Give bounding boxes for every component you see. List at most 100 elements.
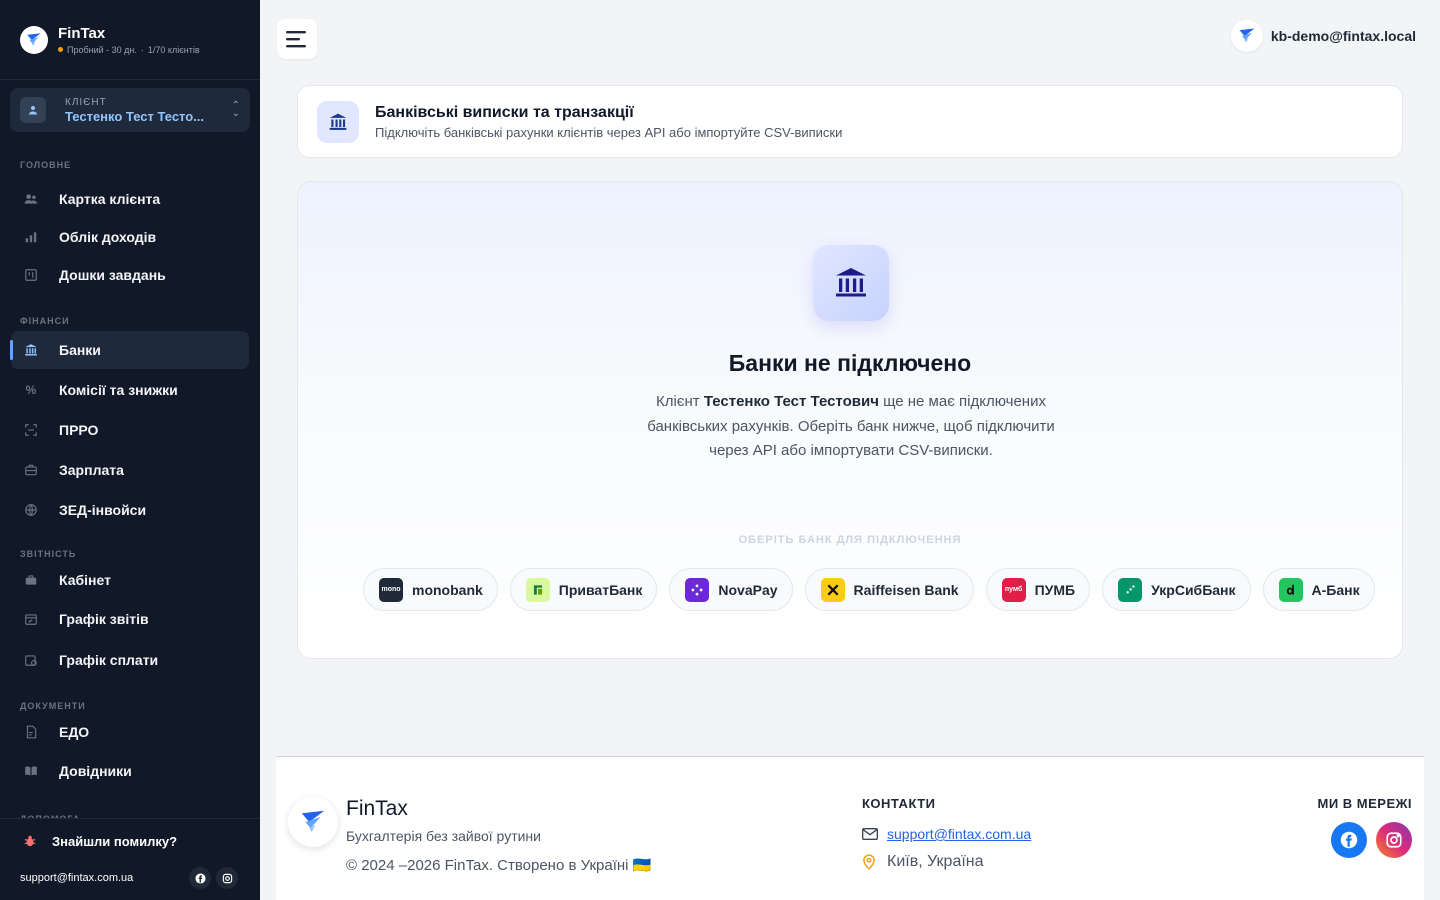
sidebar-item-label: Дошки завдань: [59, 267, 166, 283]
footer-location: Київ, Україна: [862, 853, 984, 871]
footer-contacts-title: КОНТАКТИ: [862, 796, 936, 811]
footer: FinTax Бухгалтерія без зайвої рутини © 2…: [276, 756, 1424, 900]
sidebar-item-client-card[interactable]: Картка клієнта: [11, 180, 249, 218]
briefcase-icon: [23, 572, 39, 588]
page-header: Банківські виписки та транзакції Підключ…: [297, 85, 1403, 158]
sidebar-item-task-boards[interactable]: Дошки завдань: [11, 256, 249, 294]
raiffeisen-logo-icon: [820, 577, 845, 602]
sidebar-item-prro[interactable]: ПРРО: [11, 411, 249, 449]
bug-icon: [22, 833, 38, 849]
ukrsibbank-logo-icon: [1118, 577, 1143, 602]
sidebar: FinTax Пробний - 30 дн. · 1/70 клієнтів …: [0, 0, 260, 900]
bank-name: А-Банк: [1311, 581, 1360, 598]
sidebar-item-income[interactable]: Облік доходів: [11, 218, 249, 256]
bank-list: mono monobank ПриватБанк NovaPay Raiffei…: [363, 568, 1375, 611]
sidebar-item-reports-schedule[interactable]: Графік звітів: [11, 600, 249, 638]
globe-icon: [23, 502, 39, 518]
empty-state-description: Клієнт Тестенко Тест Тестович ще не має …: [647, 393, 1055, 459]
user-icon: [20, 97, 46, 123]
client-selector[interactable]: КЛІЄНТ Тестенко Тест Тесто... ⌃ ⌄: [10, 88, 250, 132]
sidebar-footer: Знайшли помилку? support@fintax.com.ua: [0, 818, 260, 900]
qr-scan-icon: [23, 422, 39, 438]
bank-chip-pumb[interactable]: пумб ПУМБ: [985, 568, 1091, 611]
trial-status: Пробний - 30 дн. · 1/70 клієнтів: [58, 45, 200, 55]
sidebar-support-email[interactable]: support@fintax.com.ua: [20, 872, 133, 884]
facebook-icon[interactable]: [189, 867, 211, 889]
fintax-logo-icon: [288, 797, 338, 847]
bank-icon: [317, 100, 359, 143]
sidebar-item-salary[interactable]: Зарплата: [11, 451, 249, 489]
sidebar-item-label: Комісії та знижки: [59, 382, 178, 398]
sidebar-item-label: ПРРО: [59, 422, 99, 438]
user-menu[interactable]: kb-demo@fintax.local: [1230, 20, 1416, 52]
sidebar-support: support@fintax.com.ua: [0, 863, 260, 893]
report-bug-button[interactable]: Знайшли помилку?: [0, 819, 260, 863]
hamburger-icon: [286, 31, 306, 48]
bank-chip-abank[interactable]: А-Банк: [1262, 568, 1375, 611]
user-avatar: [1230, 20, 1263, 52]
bank-chip-raiffeisen[interactable]: Raiffeisen Bank: [804, 568, 974, 611]
page-title: Банківські виписки та транзакції: [375, 103, 634, 121]
sidebar-item-label: Кабінет: [59, 572, 111, 588]
footer-email: support@fintax.com.ua: [887, 826, 1032, 842]
nav-section-main: ГОЛОВНЕ: [20, 160, 72, 170]
percent-icon: %: [25, 383, 37, 397]
client-name-highlight: Тестенко Тест Тестович: [703, 393, 879, 410]
clients-count: 1/70 клієнтів: [147, 44, 200, 55]
bank-icon: [813, 245, 889, 321]
bank-chip-ukrsibbank[interactable]: УкрСибБанк: [1102, 568, 1251, 611]
bank-chip-privatbank[interactable]: ПриватБанк: [509, 568, 658, 611]
sidebar-item-label: Картка клієнта: [59, 191, 161, 207]
instagram-icon[interactable]: [216, 867, 238, 889]
abank-logo-icon: [1278, 577, 1303, 602]
nav-section-reporting: ЗВІТНІСТЬ: [20, 549, 77, 559]
sidebar-item-zed-invoices[interactable]: ЗЕД-інвойси: [11, 491, 249, 529]
brand[interactable]: FinTax Пробний - 30 дн. · 1/70 клієнтів: [0, 0, 260, 80]
sidebar-item-payment-schedule[interactable]: Графік сплати: [11, 641, 249, 679]
empty-state-card: Банки не підключено Клієнт Тестенко Тест…: [297, 181, 1403, 659]
trial-text: Пробний - 30 дн.: [67, 44, 137, 55]
calendar-money-icon: [23, 652, 39, 668]
pumb-logo-icon: пумб: [1001, 577, 1026, 602]
facebook-icon[interactable]: [1331, 822, 1367, 858]
sidebar-item-banks[interactable]: Банки: [10, 331, 249, 369]
footer-socials: [1331, 822, 1412, 858]
sidebar-item-label: Облік доходів: [59, 229, 157, 245]
sidebar-item-commissions[interactable]: % Комісії та знижки: [11, 371, 249, 409]
sidebar-item-label: Графік сплати: [59, 652, 159, 668]
sidebar-item-cabinet[interactable]: Кабінет: [11, 561, 249, 599]
monobank-logo-icon: mono: [379, 577, 403, 602]
trial-dot-icon: [58, 47, 63, 52]
client-name: Тестенко Тест Тесто...: [65, 108, 205, 124]
footer-email-link[interactable]: support@fintax.com.ua: [862, 826, 1031, 842]
client-label: КЛІЄНТ: [65, 96, 107, 108]
novapay-logo-icon: [685, 577, 710, 602]
bank-name: Raiffeisen Bank: [853, 581, 959, 598]
instagram-icon[interactable]: [1376, 822, 1412, 858]
document-sign-icon: [23, 724, 39, 740]
empty-state-title: Банки не підключено: [728, 350, 972, 376]
nav-section-finance: ФІНАНСИ: [20, 316, 70, 326]
nav-section-documents: ДОКУМЕНТИ: [20, 701, 86, 711]
chevron-up-down-icon: ⌃ ⌄: [231, 100, 240, 119]
sidebar-item-label: Графік звітів: [59, 611, 149, 627]
bank-icon: [23, 342, 39, 358]
bank-chip-novapay[interactable]: NovaPay: [669, 568, 793, 611]
bank-name: УкрСибБанк: [1151, 581, 1236, 598]
menu-toggle-button[interactable]: [277, 19, 317, 59]
footer-copyright: © 2024 –2026 FinTax. Створено в Україні …: [346, 857, 652, 874]
sidebar-item-label: ЗЕД-інвойси: [59, 502, 147, 518]
bank-name: monobank: [412, 581, 483, 598]
sidebar-item-edo[interactable]: ЕДО: [11, 713, 249, 751]
footer-social-title: МИ В МЕРЕЖІ: [1317, 796, 1412, 811]
page-subtitle: Підключіть банківські рахунки клієнтів ч…: [375, 124, 843, 140]
book-icon: [23, 763, 39, 779]
users-icon: [23, 191, 39, 207]
sidebar-item-directories[interactable]: Довідники: [11, 752, 249, 790]
bank-name: ПриватБанк: [558, 581, 643, 598]
fintax-logo-icon: [20, 25, 48, 54]
sidebar-item-label: Банки: [59, 342, 101, 358]
bank-chip-monobank[interactable]: mono monobank: [363, 568, 498, 611]
kanban-icon: [23, 267, 39, 283]
sidebar-item-label: Довідники: [59, 763, 132, 779]
